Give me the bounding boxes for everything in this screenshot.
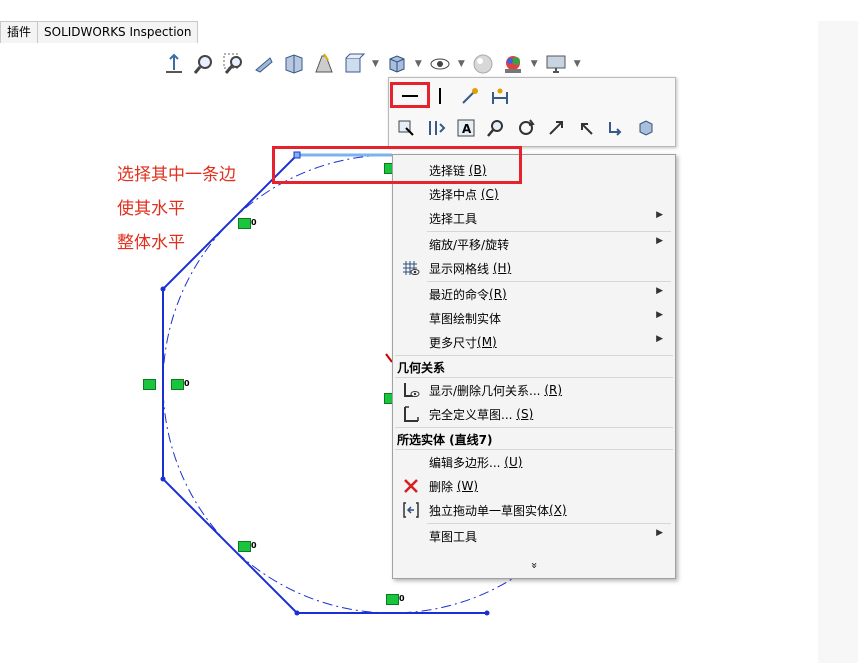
menu-separator: [395, 427, 673, 428]
repeat-icon[interactable]: [603, 116, 629, 140]
relation-tag-label: 0: [251, 541, 257, 550]
svg-text:A: A: [462, 122, 472, 136]
menu-separator: [395, 355, 673, 356]
relations-icon: [393, 381, 429, 399]
delete-icon: [393, 477, 429, 495]
menu-item-select-midpoint[interactable]: 选择中点 (C): [393, 182, 675, 206]
relation-tag-label: 0: [251, 218, 257, 227]
menu-item-display-delete-relations[interactable]: 显示/删除几何关系... (R): [393, 378, 675, 402]
menu-expand-button[interactable]: »: [393, 553, 675, 577]
annotation-line-1: 选择其中一条边: [117, 165, 236, 185]
menu-item-fully-define-sketch[interactable]: 完全定义草图... (S): [393, 402, 675, 426]
grid-icon: [393, 260, 429, 276]
menu-item-show-grid[interactable]: 显示网格线 (H): [393, 256, 675, 280]
menu-item-edit-polygon[interactable]: 编辑多边形... (U): [393, 450, 675, 474]
annotation-line-3: 整体水平: [117, 233, 185, 253]
expand-chevron-icon: »: [527, 561, 541, 569]
context-toolbar: A: [388, 77, 676, 147]
section-header-selected-entity: 所选实体 (直线7): [397, 433, 493, 447]
undo-arrow-icon[interactable]: [573, 116, 599, 140]
highlight-selected-edge: [272, 146, 522, 184]
relation-tag-label: 0: [184, 379, 190, 388]
submenu-arrow-icon: ▶: [656, 210, 663, 220]
select-icon[interactable]: [393, 116, 419, 140]
menu-item-recent-commands[interactable]: 最近的命令 (R) ▶: [393, 282, 675, 306]
coincident-relation-icon[interactable]: [143, 379, 156, 390]
zoom-icon[interactable]: [483, 116, 509, 140]
equal-relation-icon[interactable]: [171, 379, 184, 390]
submenu-arrow-icon: ▶: [656, 236, 663, 246]
menu-item-sketch-tools[interactable]: 草图工具 ▶: [393, 524, 675, 548]
submenu-arrow-icon: ▶: [656, 286, 663, 296]
menu-item-more-dimensions[interactable]: 更多尺寸 (M) ▶: [393, 330, 675, 354]
mirror-icon[interactable]: [423, 116, 449, 140]
view-3d-icon[interactable]: [633, 116, 659, 140]
annotation-line-2: 使其水平: [117, 199, 185, 219]
vertical-icon[interactable]: [427, 84, 453, 108]
menu-item-selection-tools[interactable]: 选择工具 ▶: [393, 206, 675, 230]
drag-entity-icon: [393, 501, 429, 519]
vertex-point[interactable]: [484, 610, 490, 616]
smart-dimension-icon[interactable]: [457, 84, 483, 108]
highlight-horizontal-button: [390, 82, 430, 108]
vertex-point[interactable]: [160, 476, 166, 482]
rotate-icon[interactable]: [513, 116, 539, 140]
equal-relation-icon[interactable]: [238, 218, 251, 229]
horizontal-dimension-icon[interactable]: [487, 84, 513, 108]
text-icon[interactable]: A: [453, 116, 479, 140]
pan-icon[interactable]: [543, 116, 569, 140]
submenu-arrow-icon: ▶: [656, 334, 663, 344]
menu-item-drag-single-entity[interactable]: 独立拖动单一草图实体 (X): [393, 498, 675, 522]
relation-tag-label: 0: [399, 594, 405, 603]
menu-item-zoom-pan-rotate[interactable]: 缩放/平移/旋转 ▶: [393, 232, 675, 256]
submenu-arrow-icon: ▶: [656, 528, 663, 538]
vertex-point[interactable]: [294, 610, 300, 616]
vertex-point[interactable]: [160, 286, 166, 292]
menu-item-sketch-entities[interactable]: 草图绘制实体 ▶: [393, 306, 675, 330]
equal-relation-icon[interactable]: [386, 594, 399, 605]
fully-define-icon: [393, 405, 429, 423]
equal-relation-icon[interactable]: [238, 541, 251, 552]
menu-item-delete[interactable]: 删除 (W): [393, 474, 675, 498]
submenu-arrow-icon: ▶: [656, 310, 663, 320]
context-menu: 选择链 (B) 选择中点 (C) 选择工具 ▶ 缩放/平移/旋转 ▶ 显示网格线 (…: [392, 154, 676, 579]
section-header-relations: 几何关系: [397, 361, 446, 375]
